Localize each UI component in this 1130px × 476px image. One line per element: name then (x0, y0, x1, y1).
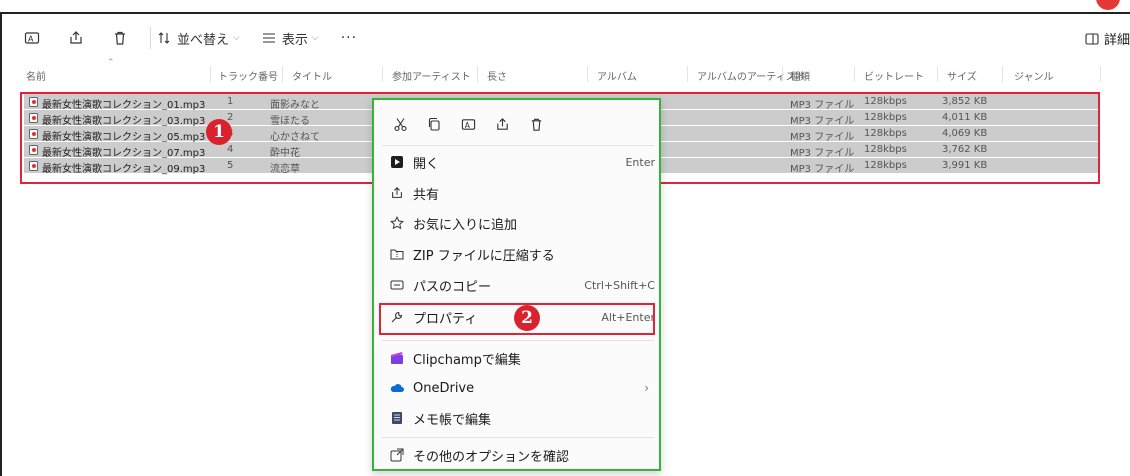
column-divider[interactable] (477, 66, 478, 82)
details-label: 詳細 (1103, 33, 1130, 48)
menu-item-label: Clipchampで編集 (413, 352, 521, 368)
column-divider[interactable] (1100, 66, 1101, 82)
shortcut-label: Enter (625, 155, 655, 169)
column-name[interactable]: 名前 (26, 68, 46, 83)
column-header-row: ⌃ 名前 トラック番号 タイトル 参加アーティスト 長さ アルバム アルバムのア… (22, 58, 1130, 85)
share-button[interactable] (488, 112, 516, 136)
notepad-icon (390, 411, 404, 425)
step-badge-2: 2 (514, 305, 540, 331)
chevron-down-icon: ⌵ (233, 33, 240, 43)
details-button[interactable]: 詳細 (1085, 29, 1130, 48)
rename-icon: A (461, 118, 475, 129)
view-label: 表示 (281, 32, 308, 48)
more-label: ··· (340, 30, 358, 46)
chevron-down-icon: ⌵ (311, 33, 319, 43)
column-divider[interactable] (937, 66, 938, 82)
menu-item-clipchamp[interactable]: Clipchampで編集 (380, 344, 657, 372)
shortcut-label: Ctrl+Shift+C (584, 278, 655, 292)
column-size[interactable]: サイズ (947, 68, 977, 83)
open-icon (390, 155, 404, 169)
menu-separator (382, 145, 654, 146)
menu-item-more-options[interactable]: その他のオプションを確認 (380, 441, 657, 469)
menu-item-share[interactable]: 共有 (380, 179, 657, 207)
column-album[interactable]: アルバム (597, 68, 637, 83)
column-track[interactable]: トラック番号 (218, 68, 278, 83)
window-left-border (0, 12, 2, 476)
delete-button[interactable] (522, 112, 550, 136)
column-bitrate[interactable]: ビットレート (864, 68, 924, 83)
sort-button[interactable]: 並べ替え ⌵ (157, 29, 240, 48)
column-artist[interactable]: 参加アーティスト (392, 68, 471, 83)
column-divider[interactable] (687, 66, 688, 82)
file-explorer-window: A 並べ替え ⌵ 表示 ⌵ ··· 詳細 ⌃ 名前 トラック番号 タイトル 参加… (0, 0, 1130, 476)
column-divider[interactable] (854, 66, 855, 82)
window-top-border (0, 12, 1130, 14)
scissors-icon (393, 117, 407, 131)
column-divider[interactable] (210, 66, 211, 82)
menu-item-zip[interactable]: ZIP ファイルに圧縮する (380, 240, 657, 268)
menu-separator (382, 340, 654, 341)
zip-folder-icon (390, 247, 404, 261)
svg-text:A: A (464, 120, 470, 129)
cut-button[interactable] (386, 112, 414, 136)
column-divider[interactable] (782, 66, 783, 82)
column-divider[interactable] (282, 66, 283, 82)
copy-path-icon (390, 278, 404, 292)
view-icon (262, 31, 276, 45)
column-divider[interactable] (1002, 66, 1003, 82)
menu-item-label: パスのコピー (413, 279, 492, 295)
more-button[interactable]: ··· (341, 30, 357, 46)
menu-item-notepad[interactable]: メモ帳で編集 (380, 404, 657, 432)
share-icon (390, 186, 404, 200)
trash-icon (115, 31, 125, 45)
menu-separator (382, 437, 654, 438)
column-divider[interactable] (382, 66, 383, 82)
rename-icon: A (24, 32, 40, 44)
sort-label: 並べ替え (177, 32, 230, 48)
context-quick-actions: A (386, 112, 556, 136)
command-bar: A 並べ替え ⌵ 表示 ⌵ ··· (18, 22, 379, 54)
sort-icon (157, 31, 171, 45)
step-badge-1: 1 (206, 119, 232, 145)
svg-text:A: A (28, 35, 34, 44)
menu-item-label: ZIP ファイルに圧縮する (413, 248, 555, 264)
menu-item-label: OneDrive (413, 380, 475, 396)
rename-button[interactable]: A (18, 24, 46, 52)
column-length[interactable]: 長さ (487, 68, 507, 83)
menu-item-label: 開く (413, 156, 440, 172)
delete-button[interactable] (106, 24, 134, 52)
menu-item-label: メモ帳で編集 (413, 412, 492, 428)
onedrive-cloud-icon (390, 381, 404, 395)
column-divider[interactable] (587, 66, 588, 82)
share-icon (70, 31, 82, 44)
menu-item-open[interactable]: 開く Enter (380, 148, 657, 176)
star-icon (390, 216, 404, 230)
trash-icon (531, 118, 541, 131)
view-button[interactable]: 表示 ⌵ (262, 29, 319, 48)
rename-button[interactable]: A (454, 112, 482, 136)
sort-caret-icon: ⌃ (107, 58, 115, 68)
copy-button[interactable] (420, 112, 448, 136)
menu-item-label: その他のオプションを確認 (413, 449, 570, 465)
menu-item-onedrive[interactable]: OneDrive › (380, 374, 657, 402)
copy-icon (428, 117, 440, 131)
share-button[interactable] (62, 24, 90, 52)
context-menu: A 開く Enter 共有 お気に入りに追加 ZIP ファイルに圧縮する パスの… (372, 98, 661, 471)
share-icon (496, 117, 508, 130)
clipchamp-icon (390, 351, 404, 365)
column-type[interactable]: 種類 (790, 68, 810, 83)
menu-item-copy-path[interactable]: パスのコピー Ctrl+Shift+C (380, 271, 657, 299)
more-options-icon (390, 448, 404, 462)
toolbar-separator (150, 27, 151, 49)
column-genre[interactable]: ジャンル (1014, 68, 1054, 83)
chevron-right-icon: › (644, 381, 649, 395)
menu-item-label: 共有 (413, 187, 440, 203)
menu-item-favorite[interactable]: お気に入りに追加 (380, 209, 657, 237)
column-title[interactable]: タイトル (292, 68, 332, 83)
details-pane-icon (1085, 32, 1099, 46)
menu-item-label: お気に入りに追加 (413, 217, 518, 233)
